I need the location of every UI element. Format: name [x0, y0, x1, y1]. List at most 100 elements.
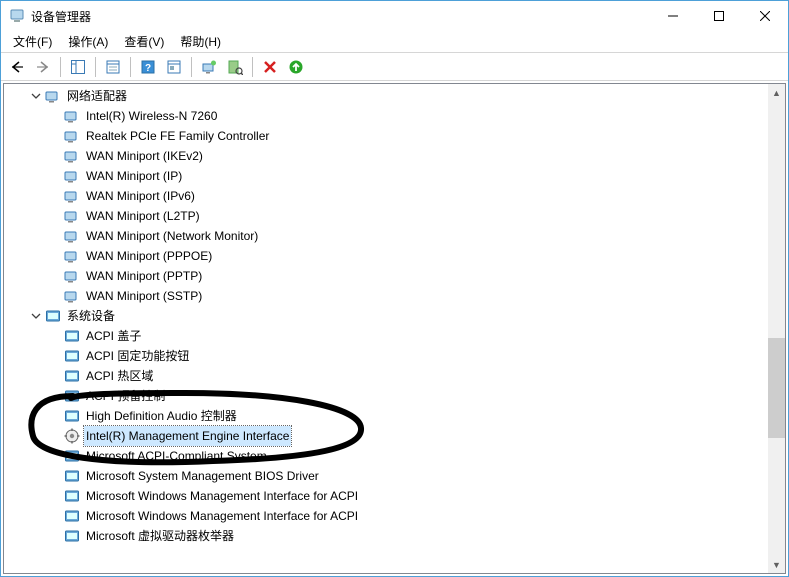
gear-icon [64, 428, 80, 444]
device-manager-window: 设备管理器 文件(F) 操作(A) 查看(V) 帮助(H) [0, 0, 789, 577]
menu-file[interactable]: 文件(F) [5, 31, 60, 52]
tree-item-label[interactable]: ACPI 固定功能按钮 [84, 346, 191, 366]
toolbar: ? [1, 53, 788, 81]
titlebar: 设备管理器 [1, 1, 788, 31]
app-icon [9, 8, 25, 24]
tree-row[interactable]: WAN Miniport (PPPOE) [10, 246, 768, 266]
collapse-icon[interactable] [29, 309, 43, 323]
tree-row[interactable]: WAN Miniport (PPTP) [10, 266, 768, 286]
tree-row[interactable]: Microsoft Windows Management Interface f… [10, 506, 768, 526]
network-adapter-icon [64, 208, 80, 224]
tree-item-label[interactable]: Intel(R) Wireless-N 7260 [84, 106, 219, 126]
system-device-icon [64, 488, 80, 504]
network-adapter-icon [64, 188, 80, 204]
tree-row[interactable]: ACPI 盖子 [10, 326, 768, 346]
tree-item-label[interactable]: Microsoft Windows Management Interface f… [84, 506, 360, 526]
tree-row[interactable]: Realtek PCIe FE Family Controller [10, 126, 768, 146]
scroll-up-button[interactable]: ▲ [768, 84, 785, 101]
collapse-icon[interactable] [29, 89, 43, 103]
menu-view[interactable]: 查看(V) [116, 31, 172, 52]
tree-item-label[interactable]: Microsoft System Management BIOS Driver [84, 466, 321, 486]
tree-row[interactable]: ACPI 热区域 [10, 366, 768, 386]
help-button[interactable]: ? [136, 55, 160, 79]
minimize-button[interactable] [650, 1, 696, 31]
show-hide-tree-button[interactable] [66, 55, 90, 79]
tree-row[interactable]: WAN Miniport (SSTP) [10, 286, 768, 306]
tree-item-label[interactable]: ACPI 预留控制 [84, 386, 167, 406]
tree-item-label[interactable]: Microsoft 虚拟驱动器枚举器 [84, 526, 236, 546]
system-device-icon [64, 328, 80, 344]
network-adapter-icon [64, 108, 80, 124]
tree-row[interactable]: Microsoft ACPI-Compliant System [10, 446, 768, 466]
tree-row[interactable]: Intel(R) Wireless-N 7260 [10, 106, 768, 126]
system-device-icon [64, 348, 80, 364]
tree-item-label[interactable]: WAN Miniport (PPTP) [84, 266, 204, 286]
toolbar-separator [95, 57, 96, 77]
network-category-icon [45, 88, 61, 104]
tree-item-label[interactable]: WAN Miniport (PPPOE) [84, 246, 214, 266]
uninstall-button[interactable] [258, 55, 282, 79]
tree-item-label[interactable]: WAN Miniport (IKEv2) [84, 146, 205, 166]
tree-row[interactable]: ACPI 固定功能按钮 [10, 346, 768, 366]
tree-item-label[interactable]: Intel(R) Management Engine Interface [84, 426, 291, 446]
system-device-icon [64, 508, 80, 524]
tree-item-label[interactable]: WAN Miniport (SSTP) [84, 286, 204, 306]
tree-item-label[interactable]: WAN Miniport (Network Monitor) [84, 226, 260, 246]
scan-hardware-button[interactable] [223, 55, 247, 79]
tree-row[interactable]: 网络适配器 [10, 86, 768, 106]
tree-row[interactable]: Microsoft System Management BIOS Driver [10, 466, 768, 486]
tree-row[interactable]: Microsoft 虚拟驱动器枚举器 [10, 526, 768, 546]
tree-row[interactable]: WAN Miniport (IP) [10, 166, 768, 186]
maximize-button[interactable] [696, 1, 742, 31]
network-adapter-icon [64, 128, 80, 144]
tree-row[interactable]: WAN Miniport (IPv6) [10, 186, 768, 206]
tree-item-label[interactable]: Microsoft Windows Management Interface f… [84, 486, 360, 506]
system-device-icon [64, 408, 80, 424]
menu-action[interactable]: 操作(A) [60, 31, 116, 52]
tree-pane: 网络适配器Intel(R) Wireless-N 7260Realtek PCI… [3, 83, 786, 574]
tree-row[interactable]: Intel(R) Management Engine Interface [10, 426, 768, 446]
system-device-icon [64, 388, 80, 404]
close-button[interactable] [742, 1, 788, 31]
system-device-icon [64, 468, 80, 484]
forward-button[interactable] [31, 55, 55, 79]
network-adapter-icon [64, 268, 80, 284]
tree-row[interactable]: Microsoft Windows Management Interface f… [10, 486, 768, 506]
properties-sheet-button[interactable] [162, 55, 186, 79]
vertical-scrollbar[interactable]: ▲ ▼ [768, 84, 785, 573]
network-adapter-icon [64, 248, 80, 264]
network-adapter-icon [64, 168, 80, 184]
tree-row[interactable]: WAN Miniport (IKEv2) [10, 146, 768, 166]
tree-item-label[interactable]: WAN Miniport (IPv6) [84, 186, 197, 206]
tree-item-label[interactable]: WAN Miniport (L2TP) [84, 206, 202, 226]
network-adapter-icon [64, 288, 80, 304]
tree-item-label[interactable]: Microsoft ACPI-Compliant System [84, 446, 269, 466]
tree-item-label[interactable]: 网络适配器 [65, 86, 129, 106]
svg-text:?: ? [145, 63, 151, 74]
tree-item-label[interactable]: High Definition Audio 控制器 [84, 406, 239, 426]
device-tree[interactable]: 网络适配器Intel(R) Wireless-N 7260Realtek PCI… [4, 84, 768, 573]
toolbar-separator [130, 57, 131, 77]
update-driver-button[interactable] [197, 55, 221, 79]
enable-button[interactable] [284, 55, 308, 79]
back-button[interactable] [5, 55, 29, 79]
tree-row[interactable]: WAN Miniport (L2TP) [10, 206, 768, 226]
tree-row[interactable]: ACPI 预留控制 [10, 386, 768, 406]
scroll-track[interactable] [768, 101, 785, 556]
tree-row[interactable]: High Definition Audio 控制器 [10, 406, 768, 426]
menubar: 文件(F) 操作(A) 查看(V) 帮助(H) [1, 31, 788, 53]
tree-row[interactable]: WAN Miniport (Network Monitor) [10, 226, 768, 246]
properties-button[interactable] [101, 55, 125, 79]
tree-item-label[interactable]: ACPI 盖子 [84, 326, 143, 346]
tree-item-label[interactable]: Realtek PCIe FE Family Controller [84, 126, 271, 146]
menu-help[interactable]: 帮助(H) [172, 31, 229, 52]
scroll-thumb[interactable] [768, 338, 785, 438]
system-category-icon [45, 308, 61, 324]
tree-row[interactable]: 系统设备 [10, 306, 768, 326]
tree-item-label[interactable]: 系统设备 [65, 306, 117, 326]
tree-item-label[interactable]: ACPI 热区域 [84, 366, 155, 386]
window-title: 设备管理器 [31, 8, 91, 25]
scroll-down-button[interactable]: ▼ [768, 556, 785, 573]
toolbar-separator [191, 57, 192, 77]
tree-item-label[interactable]: WAN Miniport (IP) [84, 166, 184, 186]
